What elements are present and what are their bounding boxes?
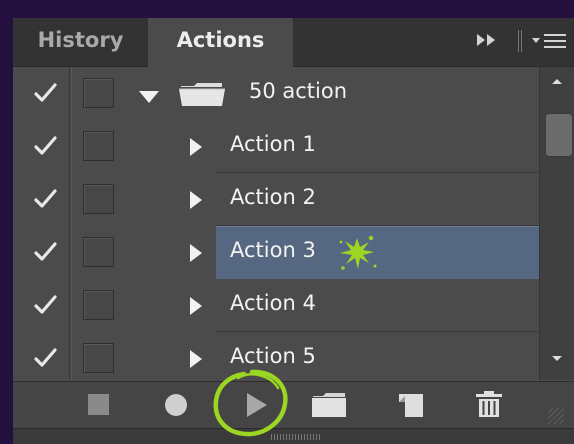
new-set-button[interactable] <box>309 382 349 428</box>
checkmark-icon[interactable] <box>33 294 59 316</box>
delete-button[interactable] <box>469 382 509 428</box>
resize-grip-icon[interactable] <box>548 408 564 424</box>
collapse-triangle-icon[interactable] <box>190 297 202 315</box>
actions-panel: History Actions 50 action Action 1 Actio… <box>13 18 574 444</box>
action-label: Action 5 <box>230 344 316 368</box>
tab-actions[interactable]: Actions <box>148 18 294 67</box>
action-row[interactable]: Action 4 <box>13 279 539 332</box>
dialog-toggle-box[interactable] <box>83 131 114 161</box>
drag-grip-icon[interactable] <box>271 434 321 440</box>
action-row[interactable]: Action 2 <box>13 173 539 226</box>
tab-history[interactable]: History <box>13 18 148 66</box>
folder-icon <box>312 393 346 417</box>
actions-list: 50 action Action 1 Action 2 Action 3 Act… <box>13 67 539 380</box>
action-label: Action 2 <box>230 185 316 209</box>
toolbar-separator <box>518 30 522 52</box>
collapse-triangle-icon[interactable] <box>190 138 202 156</box>
action-set-row[interactable]: 50 action <box>13 67 539 120</box>
action-label: Action 4 <box>230 291 316 315</box>
record-icon <box>165 394 187 416</box>
checkmark-icon[interactable] <box>33 82 59 104</box>
panel-tab-bar: History Actions <box>13 18 574 67</box>
folder-icon <box>178 81 226 107</box>
scroll-thumb[interactable] <box>545 113 573 157</box>
paint-splat-icon <box>335 230 379 274</box>
action-row[interactable]: Action 5 <box>13 332 539 380</box>
checkmark-icon[interactable] <box>33 188 59 210</box>
stop-button[interactable] <box>79 382 119 428</box>
dialog-toggle-box[interactable] <box>83 237 114 267</box>
collapse-triangle-icon[interactable] <box>190 350 202 368</box>
action-row[interactable]: Action 1 <box>13 120 539 173</box>
action-label: Action 1 <box>230 132 316 156</box>
dialog-toggle-box[interactable] <box>83 290 114 320</box>
new-action-icon <box>399 394 423 417</box>
double-arrow-icon[interactable] <box>475 30 501 54</box>
play-icon <box>247 393 267 417</box>
actions-toolbar <box>13 381 574 428</box>
scroll-down-arrow-icon[interactable] <box>552 356 562 361</box>
dialog-toggle-box[interactable] <box>83 343 114 373</box>
play-button[interactable] <box>236 382 276 428</box>
trash-icon <box>476 391 502 417</box>
action-label: Action 3 <box>230 238 316 262</box>
new-action-button[interactable] <box>391 382 431 428</box>
panel-footer <box>13 428 574 444</box>
checkmark-icon[interactable] <box>33 241 59 263</box>
checkmark-icon[interactable] <box>33 135 59 157</box>
action-set-label: 50 action <box>249 79 348 103</box>
record-button[interactable] <box>156 382 196 428</box>
stop-icon <box>88 394 109 415</box>
panel-menu-icon[interactable] <box>531 31 569 51</box>
scroll-up-arrow-icon[interactable] <box>552 79 562 84</box>
expand-triangle-icon[interactable] <box>139 91 159 103</box>
dialog-toggle-box[interactable] <box>83 78 114 108</box>
checkmark-icon[interactable] <box>33 347 59 369</box>
collapse-triangle-icon[interactable] <box>190 191 202 209</box>
action-row-selected[interactable]: Action 3 <box>13 226 539 279</box>
collapse-triangle-icon[interactable] <box>190 244 202 262</box>
dialog-toggle-box[interactable] <box>83 184 114 214</box>
vertical-scrollbar[interactable] <box>539 67 574 380</box>
